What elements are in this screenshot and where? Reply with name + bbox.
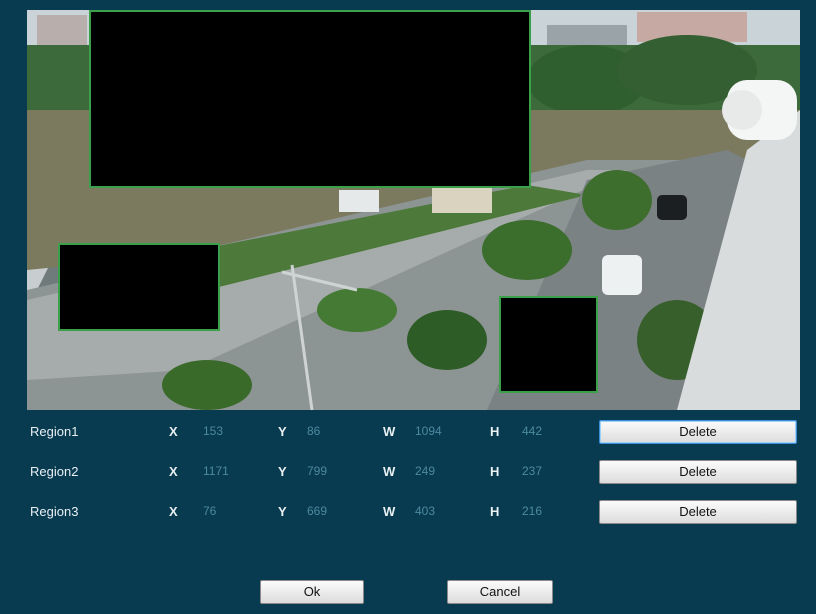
y-label: Y (278, 504, 287, 519)
y-value: 799 (307, 464, 328, 478)
privacy-mask-region-2[interactable] (499, 296, 598, 393)
h-value: 216 (522, 504, 543, 518)
delete-region-3-button[interactable]: Delete (599, 500, 797, 524)
x-label: X (169, 464, 178, 479)
region-name: Region1 (30, 424, 79, 439)
w-value: 403 (415, 504, 436, 518)
h-value: 237 (522, 464, 543, 478)
delete-region-2-button[interactable]: Delete (599, 460, 797, 484)
camera-preview[interactable] (27, 10, 800, 410)
region-name: Region2 (30, 464, 79, 479)
y-value: 86 (307, 424, 321, 438)
y-value: 669 (307, 504, 328, 518)
privacy-mask-dialog: Region1 X 153 Y 86 W 1094 H 442 Delete R… (0, 0, 816, 614)
region-row-3: Region3 X 76 Y 669 W 403 H 216 Delete (0, 500, 816, 526)
region-row-2: Region2 X 1171 Y 799 W 249 H 237 Delete (0, 460, 816, 486)
delete-region-1-button[interactable]: Delete (599, 420, 797, 444)
h-label: H (490, 424, 500, 439)
h-value: 442 (522, 424, 543, 438)
h-label: H (490, 504, 500, 519)
x-label: X (169, 424, 178, 439)
region-name: Region3 (30, 504, 79, 519)
y-label: Y (278, 424, 287, 439)
x-value: 1171 (203, 464, 229, 478)
region-row-1: Region1 X 153 Y 86 W 1094 H 442 Delete (0, 420, 816, 446)
privacy-mask-region-3[interactable] (58, 243, 220, 331)
h-label: H (490, 464, 500, 479)
w-label: W (383, 424, 396, 439)
ok-button[interactable]: Ok (260, 580, 364, 604)
w-label: W (383, 464, 396, 479)
cancel-button[interactable]: Cancel (447, 580, 553, 604)
privacy-mask-region-1[interactable] (89, 10, 531, 188)
w-value: 249 (415, 464, 436, 478)
w-label: W (383, 504, 396, 519)
w-value: 1094 (415, 424, 442, 438)
x-value: 76 (203, 504, 217, 518)
y-label: Y (278, 464, 287, 479)
x-label: X (169, 504, 178, 519)
x-value: 153 (203, 424, 224, 438)
